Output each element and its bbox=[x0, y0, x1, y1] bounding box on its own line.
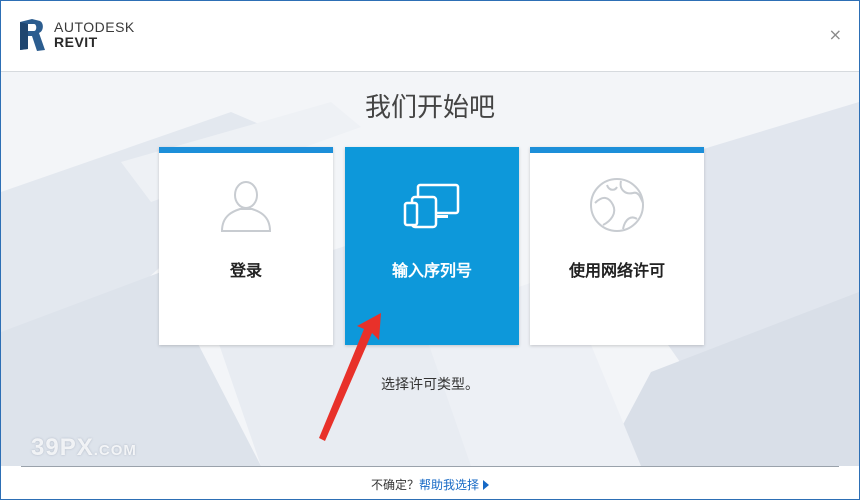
card-accent-bar bbox=[345, 147, 519, 153]
license-dialog: AUTODESK REVIT × 我们开始吧 登录 输入序列号 使用网络许可 选… bbox=[0, 0, 860, 500]
card-accent-bar bbox=[530, 147, 704, 153]
footer: 不确定？帮助我选择 bbox=[1, 476, 859, 493]
footer-question: 不确定？ bbox=[370, 478, 419, 492]
sign-in-card[interactable]: 登录 bbox=[159, 147, 333, 345]
license-type-hint: 选择许可类型。 bbox=[381, 377, 479, 393]
autodesk-revit-logo: AUTODESK REVIT bbox=[18, 18, 135, 52]
page-title: 我们开始吧 bbox=[364, 93, 495, 123]
product-name: REVIT bbox=[54, 34, 98, 50]
network-globe-icon bbox=[590, 178, 644, 232]
content-area: 我们开始吧 登录 输入序列号 使用网络许可 选择许可类型。 39PX.COM bbox=[1, 72, 859, 466]
enter-serial-label: 输入序列号 bbox=[391, 261, 472, 280]
watermark: 39PX.COM bbox=[31, 434, 137, 462]
close-icon[interactable]: × bbox=[829, 26, 842, 44]
enter-serial-card[interactable]: 输入序列号 bbox=[345, 147, 519, 345]
title-bar: AUTODESK REVIT × bbox=[1, 1, 859, 72]
user-icon bbox=[220, 181, 272, 232]
brand-name: AUTODESK bbox=[54, 19, 135, 35]
revit-r-icon bbox=[20, 19, 45, 51]
card-accent-bar bbox=[159, 147, 333, 153]
devices-icon bbox=[403, 183, 460, 229]
network-license-card[interactable]: 使用网络许可 bbox=[530, 147, 704, 345]
sign-in-label: 登录 bbox=[229, 261, 262, 280]
play-arrow-icon[interactable] bbox=[483, 480, 490, 490]
help-me-choose-link[interactable]: 帮助我选择 bbox=[419, 478, 479, 492]
watermark-suffix: .COM bbox=[93, 442, 137, 459]
network-license-label: 使用网络许可 bbox=[568, 261, 665, 280]
watermark-text: 39PX bbox=[31, 434, 94, 461]
footer-divider bbox=[21, 466, 839, 467]
